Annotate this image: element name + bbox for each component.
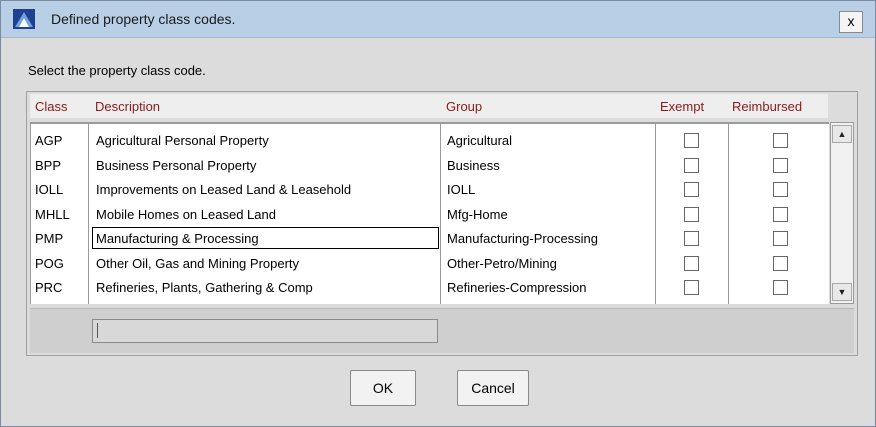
reimbursed-checkbox[interactable]	[773, 182, 788, 197]
instruction-text: Select the property class code.	[28, 63, 206, 78]
description-cell: Improvements on Leased Land & Leasehold	[96, 182, 352, 197]
reimbursed-checkbox[interactable]	[773, 231, 788, 246]
exempt-checkbox[interactable]	[684, 206, 699, 222]
table-row[interactable]: POG Other Oil, Gas and Mining Property Oth…	[31, 252, 829, 276]
group-cell: Manufacturing-Processing	[447, 231, 599, 246]
text-caret	[97, 323, 98, 338]
table-row[interactable]: MHLL Mobile Homes on Leased Land Mfg-Home	[31, 203, 829, 227]
ok-button[interactable]: OK	[350, 370, 416, 406]
group-cell: IOLL	[447, 182, 476, 197]
class-code-table: Class Description Group Exempt Reimburse…	[26, 91, 858, 356]
table-body: AGP Agricultural Personal Property Agricul…	[30, 122, 829, 304]
description-cell: Mobile Homes on Leased Land	[96, 206, 276, 222]
description-cell: Other Oil, Gas and Mining Property	[96, 255, 300, 271]
edit-strip	[30, 308, 854, 353]
column-header-description[interactable]: Description	[95, 99, 160, 114]
class-code-cell: PRC	[35, 280, 63, 295]
scroll-corner	[830, 94, 854, 118]
exempt-checkbox[interactable]	[684, 231, 699, 246]
table-row[interactable]: PRC Refineries, Plants, Gathering & Comp R…	[31, 276, 829, 300]
reimbursed-checkbox[interactable]	[773, 280, 788, 295]
close-button[interactable]: x	[839, 11, 863, 33]
description-cell: Business Personal Property	[96, 157, 257, 173]
cancel-button[interactable]: Cancel	[457, 370, 529, 406]
exempt-checkbox[interactable]	[684, 255, 699, 271]
column-header-exempt[interactable]: Exempt	[660, 99, 704, 114]
table-row[interactable]: PMP Manufacturing & Processing Manufacturi…	[31, 227, 829, 251]
exempt-checkbox[interactable]	[684, 133, 699, 148]
window-title: Defined property class codes.	[51, 11, 236, 27]
property-class-dialog: Defined property class codes. x Select t…	[0, 0, 876, 427]
selected-cell-outline	[92, 227, 439, 249]
description-edit-field[interactable]	[92, 319, 438, 343]
scroll-down-icon[interactable]: ▼	[832, 283, 852, 301]
table-row[interactable]: BPP Business Personal Property Business	[31, 154, 829, 178]
group-cell: Agricultural	[447, 133, 513, 148]
group-cell: Business	[447, 157, 500, 173]
class-code-cell: AGP	[35, 133, 63, 148]
exempt-checkbox[interactable]	[684, 182, 699, 197]
column-header-class[interactable]: Class	[35, 99, 68, 114]
group-cell: Other-Petro/Mining	[447, 255, 557, 271]
description-cell: Agricultural Personal Property	[96, 133, 269, 148]
description-cell: Refineries, Plants, Gathering & Comp	[96, 280, 313, 295]
class-code-cell: BPP	[35, 157, 62, 173]
title-bar[interactable]: Defined property class codes. x	[1, 1, 875, 38]
reimbursed-checkbox[interactable]	[773, 255, 788, 271]
class-code-cell: PMP	[35, 231, 64, 246]
class-code-cell: IOLL	[35, 182, 64, 197]
reimbursed-checkbox[interactable]	[773, 206, 788, 222]
class-code-cell: POG	[35, 255, 64, 271]
column-header-reimbursed[interactable]: Reimbursed	[732, 99, 802, 114]
vertical-scrollbar[interactable]: ▲ ▼	[830, 122, 854, 304]
table-row[interactable]: AGP Agricultural Personal Property Agricul…	[31, 129, 829, 153]
class-code-cell: MHLL	[35, 206, 70, 222]
exempt-checkbox[interactable]	[684, 157, 699, 173]
reimbursed-checkbox[interactable]	[773, 133, 788, 148]
scroll-up-icon[interactable]: ▲	[832, 125, 852, 143]
group-cell: Mfg-Home	[447, 206, 508, 222]
group-cell: Refineries-Compression	[447, 280, 587, 295]
exempt-checkbox[interactable]	[684, 280, 699, 295]
app-logo-icon	[13, 9, 35, 29]
table-row[interactable]: IOLL Improvements on Leased Land & Leaseh…	[31, 178, 829, 202]
table-header: Class Description Group Exempt Reimburse…	[30, 94, 828, 118]
column-header-group[interactable]: Group	[446, 99, 482, 114]
reimbursed-checkbox[interactable]	[773, 157, 788, 173]
